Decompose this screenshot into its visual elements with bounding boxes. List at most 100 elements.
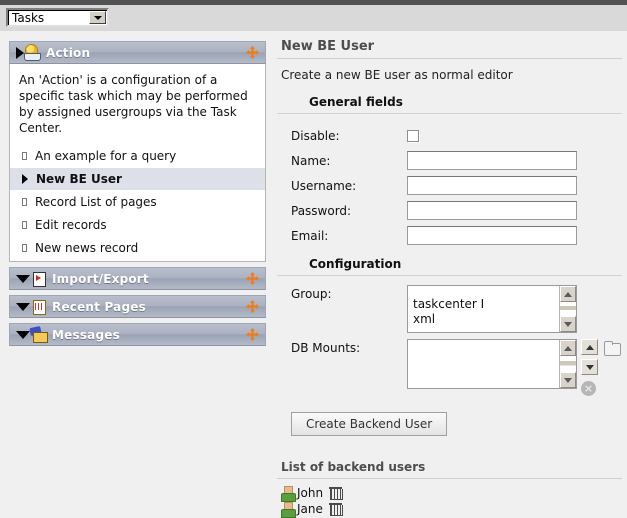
action-item-new-news-record[interactable]: New news record bbox=[10, 236, 265, 259]
db-mounts-controls: × bbox=[581, 339, 598, 396]
trash-icon[interactable] bbox=[330, 487, 341, 499]
field-row-name: Name: bbox=[277, 148, 622, 173]
sidebar: Action An 'Action' is a configuration of… bbox=[9, 41, 266, 351]
module-select-value: Tasks bbox=[8, 10, 89, 25]
user-name: John bbox=[297, 486, 323, 500]
group-options: taskcenter I xml bbox=[408, 286, 576, 327]
field-row-db-mounts: DB Mounts: × bbox=[277, 339, 622, 396]
field-row-group: Group: taskcenter I xml bbox=[277, 285, 622, 333]
move-handle-icon[interactable] bbox=[245, 271, 260, 286]
triangle-right-icon bbox=[22, 174, 28, 184]
move-up-icon[interactable] bbox=[581, 339, 598, 355]
action-item-query[interactable]: An example for a query bbox=[10, 144, 265, 167]
action-item-label: Record List of pages bbox=[35, 195, 157, 209]
user-icon bbox=[281, 486, 294, 500]
user-icon bbox=[281, 502, 294, 516]
field-row-password: Password: bbox=[277, 198, 622, 223]
db-mounts-label: DB Mounts: bbox=[277, 339, 407, 355]
group-listbox[interactable]: taskcenter I xml bbox=[407, 285, 577, 333]
panel-recent-pages-title: Recent Pages bbox=[47, 300, 245, 314]
scroll-down-icon[interactable] bbox=[560, 372, 576, 388]
module-toolbar: Tasks bbox=[0, 5, 627, 31]
action-item-label: New BE User bbox=[36, 172, 122, 186]
scrollbar-thumb[interactable] bbox=[560, 356, 576, 372]
move-handle-icon[interactable] bbox=[245, 299, 260, 314]
page-title: New BE User bbox=[277, 39, 622, 58]
panel-import-export-header[interactable]: Import/Export bbox=[9, 267, 266, 290]
panel-messages-title: Messages bbox=[47, 328, 245, 342]
triangle-down-icon[interactable] bbox=[16, 303, 30, 311]
email-input[interactable] bbox=[407, 226, 577, 245]
action-item-edit-records[interactable]: Edit records bbox=[10, 213, 265, 236]
panel-action-header[interactable]: Action bbox=[9, 41, 266, 64]
general-fields-heading: General fields bbox=[277, 95, 622, 113]
action-item-record-list[interactable]: Record List of pages bbox=[10, 190, 265, 213]
page-body: Action An 'Action' is a configuration of… bbox=[0, 31, 627, 503]
group-label: Group: bbox=[277, 285, 407, 301]
action-description: An 'Action' is a configuration of a spec… bbox=[19, 72, 256, 136]
username-label: Username: bbox=[277, 179, 407, 193]
trash-icon[interactable] bbox=[330, 503, 341, 515]
action-list: An example for a query New BE User Recor… bbox=[10, 144, 265, 259]
db-mounts-options bbox=[408, 340, 576, 351]
panel-recent-pages: Recent Pages bbox=[9, 295, 266, 318]
triangle-down-icon[interactable] bbox=[16, 275, 30, 283]
panel-import-export: Import/Export bbox=[9, 267, 266, 290]
user-list-divider bbox=[277, 478, 622, 479]
triangle-right-icon bbox=[22, 152, 27, 160]
clear-icon[interactable]: × bbox=[581, 381, 596, 396]
db-mounts-listbox-wrap: × bbox=[407, 339, 620, 396]
action-gear-icon bbox=[24, 45, 41, 60]
list-item[interactable]: John bbox=[277, 485, 622, 501]
group-listbox-wrap: taskcenter I xml bbox=[407, 285, 577, 333]
disable-checkbox[interactable] bbox=[407, 130, 419, 142]
configuration-divider bbox=[277, 275, 622, 276]
action-item-label: An example for a query bbox=[35, 149, 176, 163]
move-down-icon[interactable] bbox=[581, 359, 598, 375]
db-mounts-listbox[interactable] bbox=[407, 339, 577, 389]
scrollbar-thumb[interactable] bbox=[560, 302, 576, 316]
triangle-right-icon bbox=[22, 221, 27, 229]
move-handle-icon[interactable] bbox=[245, 45, 260, 60]
field-row-disable: Disable: bbox=[277, 123, 622, 148]
recent-pages-icon bbox=[30, 299, 47, 314]
panel-messages: Messages bbox=[9, 323, 266, 346]
triangle-down-icon[interactable] bbox=[16, 331, 30, 339]
group-scrollbar[interactable] bbox=[559, 286, 576, 332]
panel-action-body: An 'Action' is a configuration of a spec… bbox=[9, 64, 266, 262]
triangle-right-icon bbox=[22, 198, 27, 206]
username-input[interactable] bbox=[407, 176, 577, 195]
field-row-email: Email: bbox=[277, 223, 622, 248]
import-export-icon bbox=[30, 271, 47, 286]
user-name: Jane bbox=[297, 502, 323, 516]
page-subtitle: Create a new BE user as normal editor bbox=[277, 68, 622, 95]
password-input[interactable] bbox=[407, 201, 577, 220]
list-item[interactable]: Jane bbox=[277, 501, 622, 517]
folder-icon[interactable] bbox=[604, 341, 620, 354]
action-item-new-be-user[interactable]: New BE User bbox=[10, 167, 265, 190]
panel-action-title: Action bbox=[41, 46, 245, 60]
panel-import-export-title: Import/Export bbox=[47, 272, 245, 286]
name-label: Name: bbox=[277, 154, 407, 168]
group-option[interactable]: xml bbox=[413, 312, 572, 327]
messages-envelope-icon bbox=[30, 327, 47, 342]
db-mounts-scrollbar[interactable] bbox=[559, 340, 576, 388]
scroll-up-icon[interactable] bbox=[560, 340, 576, 356]
general-fields-divider bbox=[277, 113, 622, 114]
module-select[interactable]: Tasks bbox=[6, 8, 109, 27]
group-option[interactable]: taskcenter I bbox=[413, 297, 572, 312]
title-divider bbox=[277, 58, 622, 59]
name-input[interactable] bbox=[407, 151, 577, 170]
chevron-down-icon[interactable] bbox=[89, 11, 106, 24]
panel-messages-header[interactable]: Messages bbox=[9, 323, 266, 346]
field-row-username: Username: bbox=[277, 173, 622, 198]
action-item-label: Edit records bbox=[35, 218, 107, 232]
triangle-right-icon[interactable] bbox=[16, 47, 24, 59]
panel-action: Action An 'Action' is a configuration of… bbox=[9, 41, 266, 262]
create-backend-user-button[interactable]: Create Backend User bbox=[291, 412, 447, 436]
content-area: New BE User Create a new BE user as norm… bbox=[277, 39, 622, 517]
move-handle-icon[interactable] bbox=[245, 327, 260, 342]
scroll-up-icon[interactable] bbox=[560, 286, 576, 302]
scroll-down-icon[interactable] bbox=[560, 316, 576, 332]
panel-recent-pages-header[interactable]: Recent Pages bbox=[9, 295, 266, 318]
